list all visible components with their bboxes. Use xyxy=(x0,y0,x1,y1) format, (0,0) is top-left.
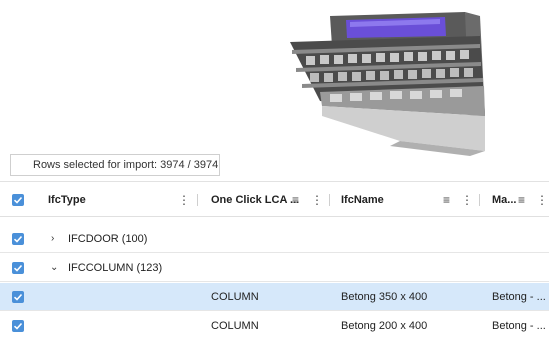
import-grid: IfcType ⋮ One Click LCA ... ≡ ⋮ IfcName … xyxy=(0,183,549,338)
chevron-down-icon[interactable]: ⌄ xyxy=(50,254,58,282)
column-header-ifcname[interactable]: IfcName xyxy=(341,183,384,217)
column-menu-icon[interactable]: ⋮ xyxy=(178,183,190,217)
row-checkbox[interactable] xyxy=(12,320,24,332)
cell-ifcname: Betong 350 x 400 xyxy=(341,291,428,303)
cell-material: Betong - ... xyxy=(492,291,546,303)
building-3d-model[interactable] xyxy=(280,6,520,156)
select-all-checkbox[interactable] xyxy=(12,194,24,206)
column-menu-icon[interactable]: ⋮ xyxy=(461,183,473,217)
cell-material: Betong - ... xyxy=(492,320,546,332)
column-menu-icon[interactable]: ⋮ xyxy=(536,183,548,217)
filter-icon[interactable]: ≡ xyxy=(518,183,525,217)
column-header-material[interactable]: Ma... xyxy=(492,183,516,217)
model-viewer[interactable]: Rows selected for import: 3974 / 3974 xyxy=(0,0,549,182)
column-separator[interactable] xyxy=(197,194,198,206)
cell-ifcname: Betong 200 x 400 xyxy=(341,320,428,332)
rows-selected-status: Rows selected for import: 3974 / 3974 xyxy=(10,154,220,176)
group-row-ifcdoor[interactable]: › IFCDOOR (100) xyxy=(0,225,549,253)
chevron-right-icon[interactable]: › xyxy=(51,225,54,253)
column-menu-icon[interactable]: ⋮ xyxy=(311,183,323,217)
grid-header: IfcType ⋮ One Click LCA ... ≡ ⋮ IfcName … xyxy=(0,183,549,217)
column-separator[interactable] xyxy=(479,194,480,206)
table-row[interactable]: COLUMN Betong 350 x 400 Betong - ... xyxy=(0,283,549,311)
row-checkbox[interactable] xyxy=(12,262,24,274)
cell-lca: COLUMN xyxy=(211,291,259,303)
cell-lca: COLUMN xyxy=(211,320,259,332)
group-row-ifccolumn[interactable]: ⌄ IFCCOLUMN (123) xyxy=(0,254,549,282)
group-label: IFCDOOR (100) xyxy=(68,233,148,245)
row-checkbox[interactable] xyxy=(12,233,24,245)
column-separator[interactable] xyxy=(329,194,330,206)
filter-icon[interactable]: ≡ xyxy=(292,183,299,217)
row-checkbox[interactable] xyxy=(12,291,24,303)
column-header-one-click-lca[interactable]: One Click LCA ... xyxy=(211,183,299,217)
column-header-ifctype[interactable]: IfcType xyxy=(48,183,86,217)
group-label: IFCCOLUMN (123) xyxy=(68,262,163,274)
table-row[interactable]: COLUMN Betong 200 x 400 Betong - ... xyxy=(0,312,549,338)
filter-icon[interactable]: ≡ xyxy=(443,183,450,217)
